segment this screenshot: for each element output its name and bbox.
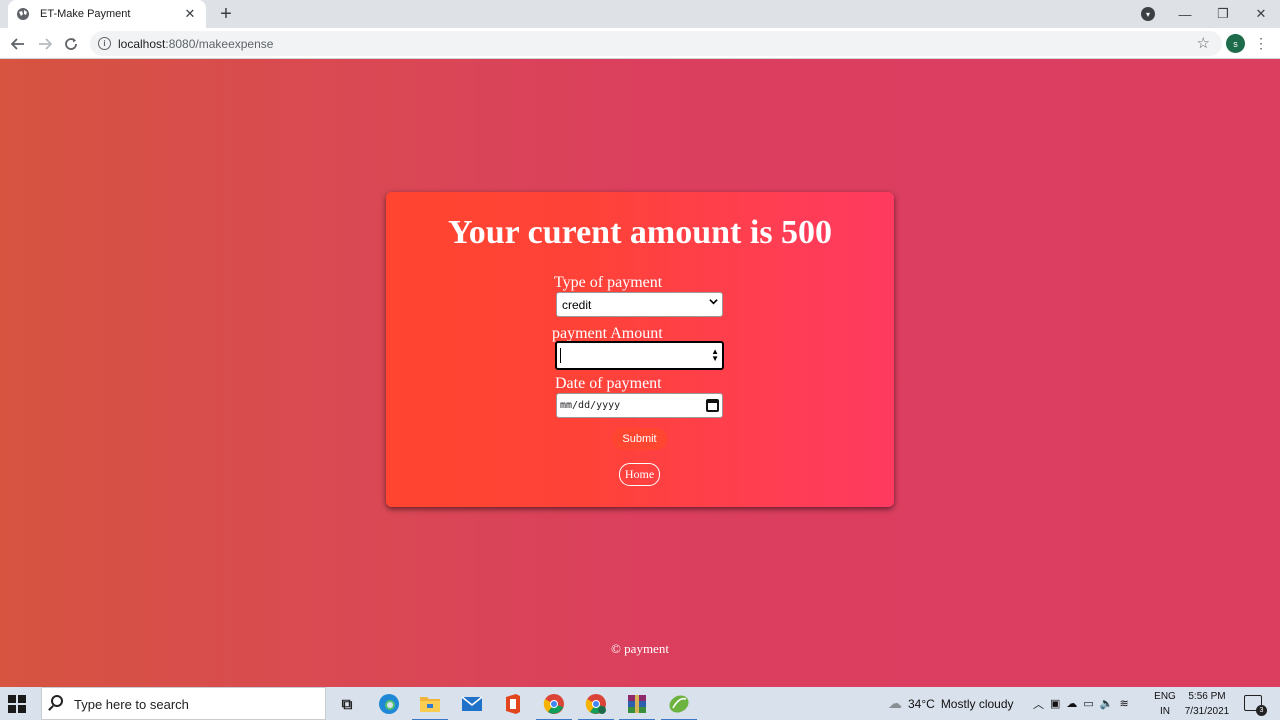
close-window-button[interactable]: ✕	[1242, 0, 1280, 28]
tab-title: ET-Make Payment	[40, 8, 131, 20]
windows-start-icon[interactable]	[8, 695, 26, 713]
browser-toolbar: i localhost:8080/makeexpense ☆	[0, 28, 1280, 59]
payment-card: Your curent amount is 500 Type of paymen…	[386, 192, 894, 507]
date-placeholder: mm/dd/yyyy	[560, 400, 621, 411]
payment-type-value: credit	[562, 298, 592, 312]
taskbar-clock[interactable]: 5:56 PM 7/31/2021	[1180, 689, 1234, 719]
globe-icon	[16, 7, 30, 21]
site-info-icon[interactable]: i	[98, 37, 111, 50]
battery-icon[interactable]: ▭	[1083, 697, 1093, 710]
meet-now-icon[interactable]: ▣	[1050, 697, 1060, 710]
winrar-icon[interactable]	[619, 692, 655, 720]
address-bar[interactable]: i localhost:8080/makeexpense ☆	[90, 31, 1222, 56]
payment-type-select[interactable]: credit	[556, 292, 723, 317]
restore-button[interactable]: ❐	[1204, 0, 1242, 28]
browser-menu-icon[interactable]: ⋮	[1254, 34, 1268, 53]
taskbar-search-box[interactable]: Type here to search	[41, 687, 326, 720]
browser-tab[interactable]: ET-Make Payment ✕	[8, 0, 206, 28]
clock-time: 5:56 PM	[1188, 691, 1226, 702]
payment-date-label: Date of payment	[555, 375, 662, 392]
payment-date-input[interactable]: mm/dd/yyyy	[556, 393, 723, 418]
page-title: Your curent amount is 500	[447, 214, 833, 251]
profile-avatar[interactable]: s	[1226, 34, 1245, 53]
spring-tool-icon[interactable]	[661, 692, 697, 720]
volume-icon[interactable]: 🔈	[1100, 697, 1114, 710]
browser-titlebar: ET-Make Payment ✕ + ▾ — ❐ ✕	[0, 0, 1280, 28]
new-tab-button[interactable]: +	[216, 4, 236, 24]
window-controls: — ❐ ✕	[1166, 0, 1280, 28]
task-view-icon[interactable]: ⧉	[335, 692, 359, 716]
language-indicator[interactable]: ENG IN	[1152, 689, 1178, 719]
submit-button[interactable]: Submit	[612, 428, 667, 450]
wifi-icon[interactable]: ≋	[1120, 697, 1129, 710]
text-cursor	[560, 348, 561, 363]
reload-icon[interactable]	[60, 33, 82, 55]
windows-taskbar: Type here to search ⧉ ☁ 34°C Mostly clou…	[0, 687, 1280, 720]
home-button[interactable]: Home	[619, 463, 660, 486]
minimize-button[interactable]: —	[1166, 0, 1204, 28]
close-tab-icon[interactable]: ✕	[182, 6, 198, 22]
bookmark-star-icon[interactable]: ☆	[1197, 34, 1210, 52]
calendar-icon[interactable]	[706, 399, 719, 412]
chevron-up-icon[interactable]: ︿	[1033, 696, 1044, 712]
notification-count: 3	[1256, 705, 1267, 716]
url-text: localhost:8080/makeexpense	[118, 37, 274, 51]
chrome-icon[interactable]	[536, 692, 572, 720]
weather-temp: 34°C	[908, 696, 935, 711]
notifications-icon[interactable]: 3	[1244, 695, 1267, 716]
page-viewport: Your curent amount is 500 Type of paymen…	[0, 59, 1280, 687]
search-icon	[51, 695, 63, 707]
file-explorer-icon[interactable]	[412, 692, 448, 720]
weather-text: Mostly cloudy	[940, 696, 1014, 711]
search-placeholder: Type here to search	[74, 697, 189, 712]
cloud-sun-icon: ☁	[888, 695, 902, 711]
edge-icon[interactable]	[377, 692, 401, 716]
chevron-down-icon	[709, 297, 718, 309]
tab-search-icon[interactable]: ▾	[1141, 7, 1155, 21]
system-tray: ︿ ▣ ☁ ▭ 🔈 ≋	[1033, 687, 1129, 720]
payment-amount-input[interactable]: ▲ ▼	[555, 341, 724, 370]
chrome-profile-icon[interactable]	[578, 692, 614, 720]
forward-arrow-icon[interactable]	[34, 33, 56, 55]
stepper-arrows-icon[interactable]: ▲ ▼	[711, 348, 719, 363]
payment-type-label: Type of payment	[554, 274, 663, 291]
mail-icon[interactable]	[460, 692, 484, 716]
clock-date: 7/31/2021	[1184, 706, 1230, 717]
office-icon[interactable]	[501, 692, 525, 716]
weather-widget[interactable]: ☁ 34°C Mostly cloudy	[888, 687, 1014, 720]
page-footer: © payment	[611, 641, 669, 656]
back-arrow-icon[interactable]	[7, 33, 29, 55]
onedrive-cloud-icon[interactable]: ☁	[1066, 697, 1077, 710]
